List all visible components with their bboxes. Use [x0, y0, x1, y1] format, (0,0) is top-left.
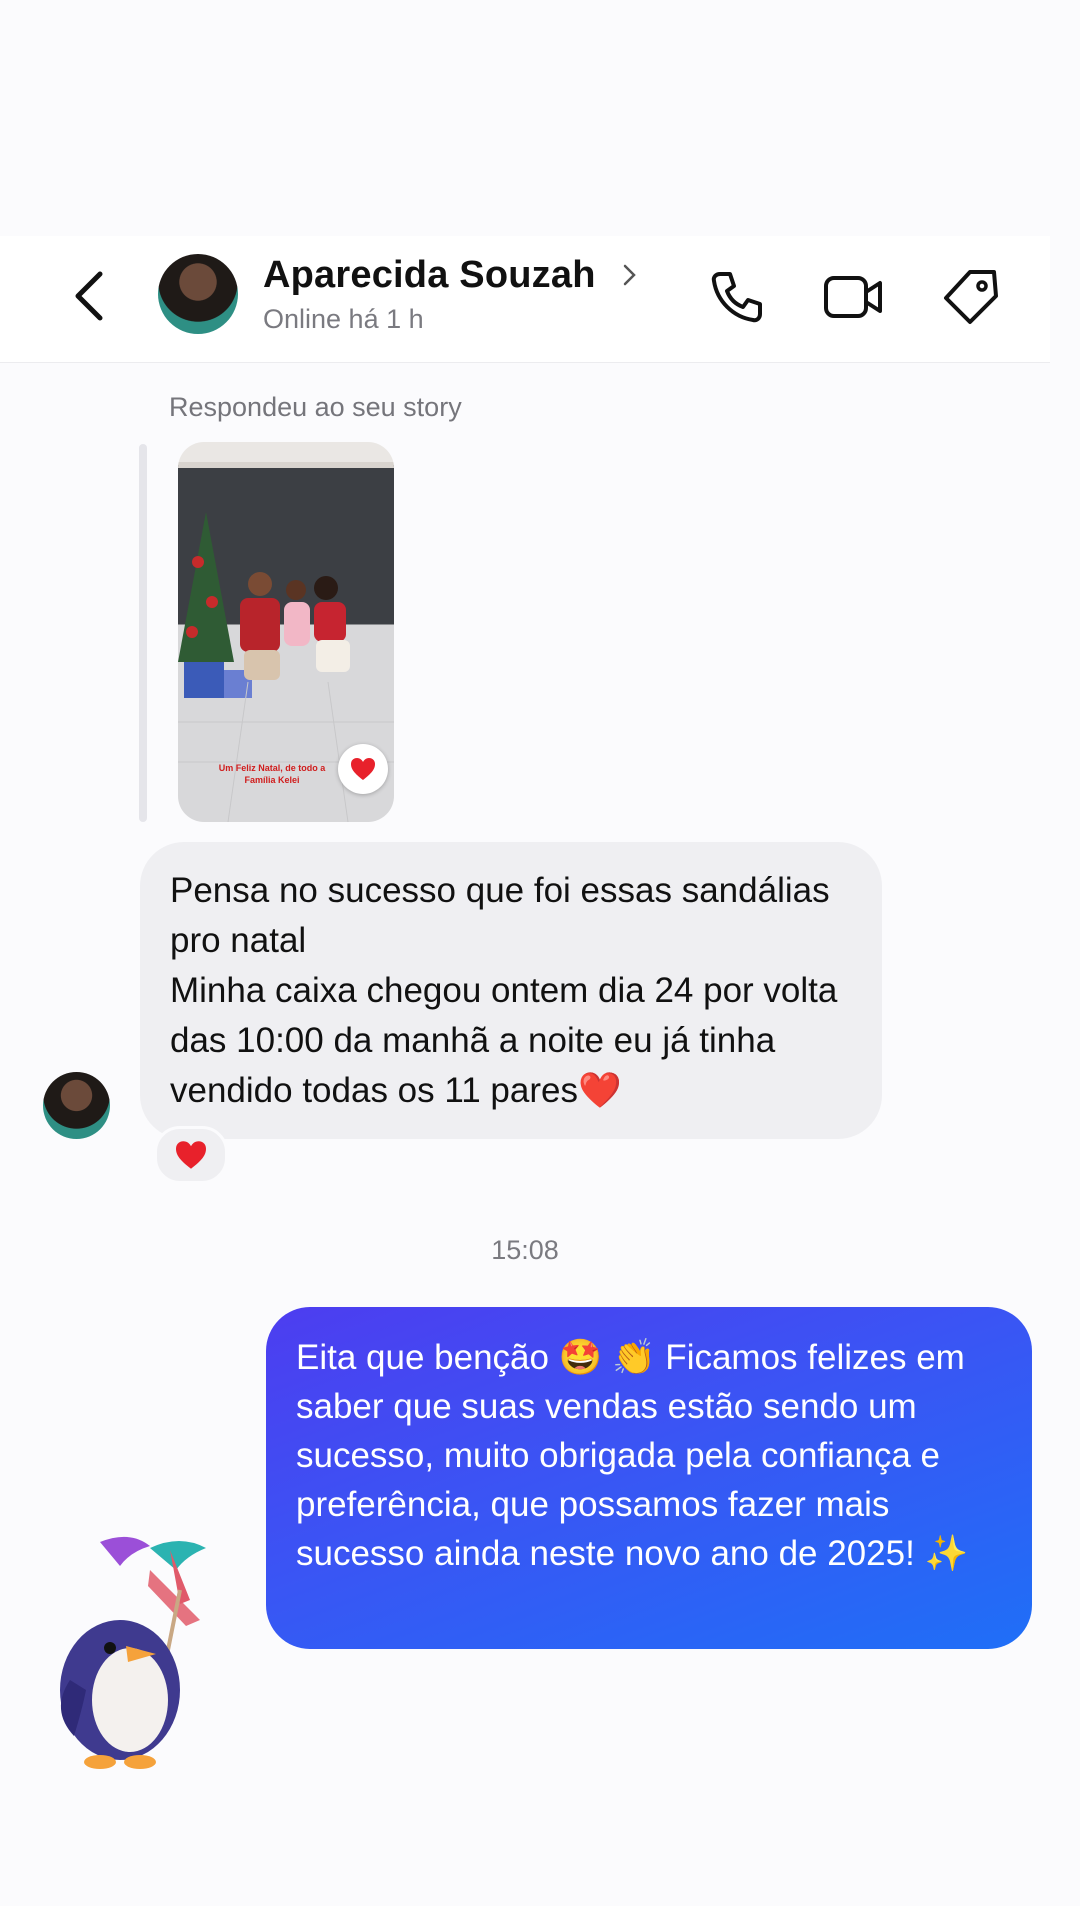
reply-indicator-bar	[139, 444, 147, 822]
penguin-sticker-icon[interactable]	[30, 1530, 260, 1780]
back-arrow-icon[interactable]	[62, 266, 122, 326]
message-timestamp: 15:08	[491, 1235, 559, 1265]
incoming-message-bubble[interactable]: Pensa no sucesso que foi essas sandálias…	[140, 842, 882, 1139]
tag-icon[interactable]	[940, 266, 1002, 328]
story-caption: Um Feliz Natal, de todo a Família Kelei	[218, 763, 326, 785]
story-reply-label: Respondeu ao seu story	[169, 392, 462, 422]
sender-avatar[interactable]	[43, 1072, 110, 1139]
phone-icon[interactable]	[706, 266, 768, 328]
message-reaction[interactable]	[154, 1126, 228, 1184]
contact-avatar[interactable]	[158, 254, 238, 334]
contact-name[interactable]: Aparecida Souzah	[263, 254, 596, 297]
chevron-right-icon[interactable]	[620, 260, 640, 290]
message-line: Minha caixa chegou ontem dia 24 por volt…	[170, 971, 838, 1110]
outgoing-message-bubble[interactable]: Eita que benção 🤩 👏 Ficamos felizes em s…	[266, 1307, 1032, 1649]
story-like-reaction[interactable]	[338, 744, 388, 794]
video-camera-icon[interactable]	[822, 266, 884, 328]
heart-icon	[351, 758, 375, 780]
message-line: Pensa no sucesso que foi essas sandálias…	[170, 871, 830, 960]
contact-status: Online há 1 h	[263, 304, 424, 334]
chat-header: Aparecida Souzah Online há 1 h	[0, 236, 1050, 363]
story-thumbnail[interactable]: Um Feliz Natal, de todo a Família Kelei	[178, 442, 394, 822]
heart-icon	[176, 1141, 206, 1169]
